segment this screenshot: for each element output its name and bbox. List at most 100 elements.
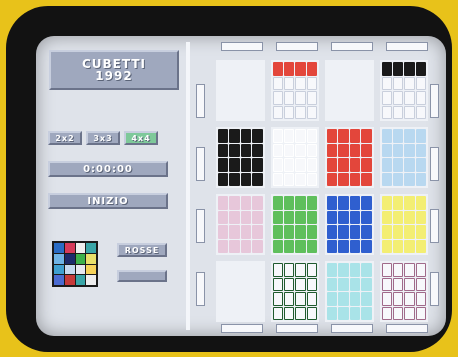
tile-square: [392, 277, 404, 291]
shift-tab-top[interactable]: [275, 42, 318, 51]
game-screen: CUBETTI 1992 2x2 3x3 4x4 0:00:00 INIZIO …: [36, 36, 446, 336]
shift-tab-bottom[interactable]: [330, 324, 373, 333]
board-tile[interactable]: [325, 194, 374, 255]
tile-square: [272, 158, 283, 172]
tile-square: [392, 143, 404, 157]
shift-tab-left[interactable]: [196, 271, 205, 306]
tile-square: [404, 172, 415, 186]
tile-square: [295, 158, 306, 172]
tile-square: [327, 196, 338, 210]
tile-square: [338, 263, 349, 277]
tile-square: [392, 129, 404, 143]
tile-square: [381, 210, 392, 224]
tile-square: [306, 143, 317, 157]
board-tile[interactable]: [379, 127, 428, 188]
tile-square: [381, 292, 392, 306]
tile-square: [229, 172, 240, 186]
size-3x3-button[interactable]: 3x3: [86, 131, 120, 145]
tile-square: [283, 172, 295, 186]
shift-tab-top[interactable]: [220, 42, 263, 51]
tile-square: [240, 76, 252, 90]
tile-square: [240, 210, 252, 224]
tile-square: [361, 172, 372, 186]
tile-square: [404, 105, 415, 119]
tile-square: [404, 292, 415, 306]
shift-tab-right[interactable]: [430, 146, 439, 181]
board-tile[interactable]: [216, 60, 265, 121]
tile-square: [381, 76, 392, 90]
size-4x4-button[interactable]: 4x4: [124, 131, 158, 145]
board-tile[interactable]: [270, 60, 319, 121]
tile-square: [392, 263, 404, 277]
start-button[interactable]: INIZIO: [48, 193, 168, 209]
shift-tab-left[interactable]: [196, 146, 205, 181]
tile-square: [240, 143, 252, 157]
shift-tab-right[interactable]: [430, 209, 439, 244]
board-tile[interactable]: [270, 194, 319, 255]
monitor-bezel: CUBETTI 1992 2x2 3x3 4x4 0:00:00 INIZIO …: [6, 6, 452, 352]
tile-square: [295, 239, 306, 253]
shift-tab-bottom[interactable]: [385, 324, 428, 333]
tile-square: [218, 210, 229, 224]
board-tile[interactable]: [270, 261, 319, 322]
board-tile[interactable]: [379, 60, 428, 121]
tile-square: [252, 277, 263, 291]
tile-square: [306, 210, 317, 224]
tile-square: [415, 277, 426, 291]
tile-square: [306, 105, 317, 119]
tile-square: [327, 263, 338, 277]
size-2x2-button[interactable]: 2x2: [48, 131, 82, 145]
tile-square: [361, 239, 372, 253]
board-tile[interactable]: [325, 261, 374, 322]
tile-square: [404, 263, 415, 277]
tile-square: [218, 91, 229, 105]
preview-swatch: [75, 264, 86, 275]
tile-square: [392, 306, 404, 320]
preview-swatch: [54, 264, 64, 275]
tile-square: [381, 277, 392, 291]
board-tile[interactable]: [379, 261, 428, 322]
shift-tab-bottom[interactable]: [220, 324, 263, 333]
tile-square: [295, 210, 306, 224]
tile-square: [349, 210, 361, 224]
board-tile[interactable]: [216, 127, 265, 188]
shift-tab-right[interactable]: [430, 84, 439, 119]
tile-square: [404, 196, 415, 210]
board-tile[interactable]: [325, 60, 374, 121]
tile-square: [327, 129, 338, 143]
tile-square: [218, 143, 229, 157]
board-tile[interactable]: [270, 127, 319, 188]
board-tile[interactable]: [325, 127, 374, 188]
board-tile[interactable]: [379, 194, 428, 255]
tile-square: [306, 158, 317, 172]
shift-tab-top[interactable]: [385, 42, 428, 51]
tile-square: [272, 62, 283, 76]
tile-square: [415, 129, 426, 143]
board-tile[interactable]: [216, 194, 265, 255]
tile-square: [240, 263, 252, 277]
tile-square: [272, 105, 283, 119]
preview-swatch: [54, 243, 64, 253]
tile-square: [295, 292, 306, 306]
shift-tab-left[interactable]: [196, 84, 205, 119]
tile-square: [283, 263, 295, 277]
board-tile[interactable]: [216, 261, 265, 322]
tile-square: [306, 196, 317, 210]
tile-square: [415, 105, 426, 119]
tile-square: [327, 62, 338, 76]
shift-tab-bottom[interactable]: [275, 324, 318, 333]
tile-square: [404, 129, 415, 143]
preview-swatch: [64, 275, 75, 285]
tile-square: [252, 225, 263, 239]
tile-square: [361, 225, 372, 239]
shift-tab-top[interactable]: [330, 42, 373, 51]
tile-square: [283, 76, 295, 90]
shift-tab-right[interactable]: [430, 271, 439, 306]
tile-square: [415, 158, 426, 172]
tile-square: [240, 239, 252, 253]
tile-square: [218, 105, 229, 119]
shift-tab-left[interactable]: [196, 209, 205, 244]
tile-square: [327, 105, 338, 119]
tile-square: [404, 225, 415, 239]
puzzle-board: [192, 42, 442, 333]
